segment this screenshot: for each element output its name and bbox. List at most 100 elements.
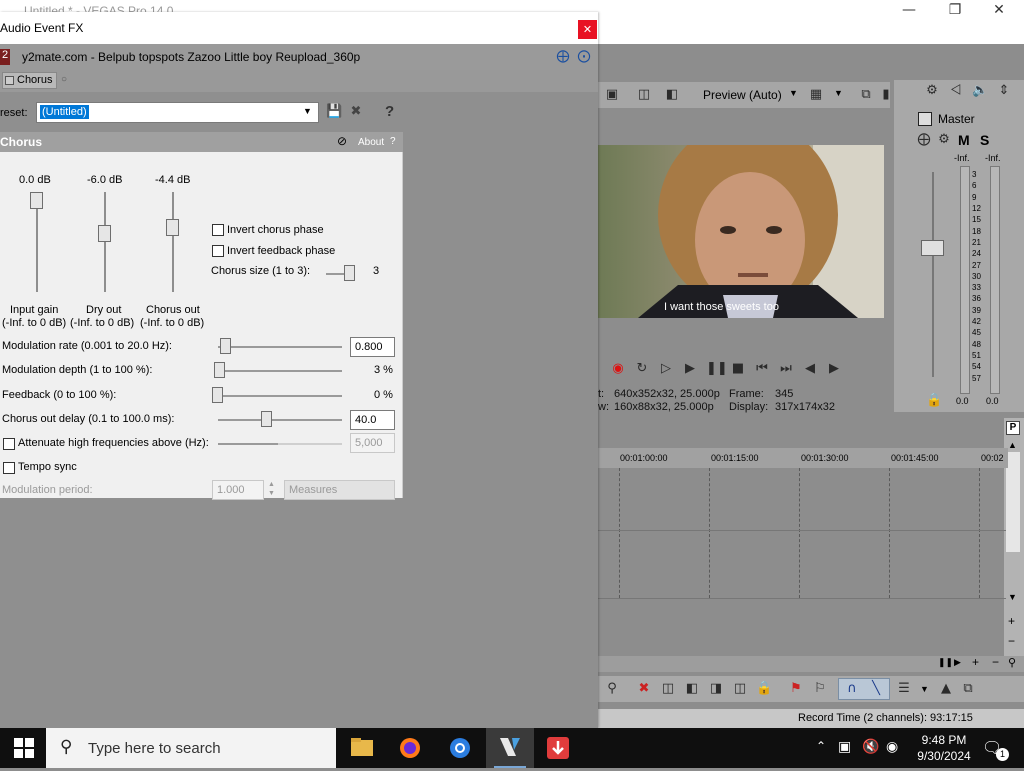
mod-rate-slider[interactable] (220, 338, 231, 354)
vegas-pro-app[interactable] (486, 728, 534, 768)
delay-slider[interactable] (261, 411, 272, 427)
go-to-start-icon[interactable]: ⏮ (754, 361, 770, 377)
zoom-in-time-icon[interactable]: + (972, 655, 979, 669)
mute-button[interactable]: M (958, 132, 970, 148)
chevron-down-icon[interactable]: ▼ (789, 88, 798, 98)
spinner-icon[interactable]: ▲ ▼ (268, 480, 275, 498)
insert-fx-icon[interactable]: ⨁ (916, 132, 932, 148)
scroll-thumb[interactable] (1006, 452, 1020, 552)
dry-out-slider[interactable] (98, 225, 111, 243)
lock-event-icon[interactable]: 🔒 (756, 681, 772, 697)
file-explorer-app[interactable] (338, 728, 386, 768)
remove-plugin-icon[interactable]: ⨀ (576, 49, 592, 65)
help-icon[interactable]: ? (385, 103, 394, 120)
loop-icon[interactable]: ↻ (634, 361, 650, 377)
close-dialog-button[interactable]: ✕ (578, 20, 597, 39)
solo-button[interactable]: S (980, 132, 989, 148)
downloader-app[interactable] (534, 728, 582, 768)
input-gain-slider[interactable] (30, 192, 43, 209)
volume-muted-icon[interactable]: 🔇 (862, 738, 879, 755)
split-screen-icon[interactable]: ◫ (636, 87, 652, 103)
save-preset-icon[interactable]: 💾 (326, 104, 342, 120)
grid-icon[interactable]: ▦ (808, 87, 824, 103)
go-to-end-icon[interactable]: ⏭ (778, 361, 794, 377)
plugin-help-icon[interactable]: ? (390, 136, 396, 147)
preview-device-icon[interactable]: ▣ (604, 87, 620, 103)
timeline-ruler[interactable]: 00:01:00:00 00:01:15:00 00:01:30:00 00:0… (598, 448, 1008, 468)
overlay-icon[interactable]: ◧ (664, 87, 680, 103)
mod-period-input[interactable]: 1.000 (212, 480, 264, 500)
speaker-icon[interactable]: 🔈 (972, 83, 988, 99)
chorus-size-slider[interactable] (344, 265, 355, 281)
next-frame-icon[interactable]: ▶ (826, 361, 842, 377)
marker-icon[interactable]: P (1006, 421, 1020, 435)
fx-gear-icon[interactable]: ⚙ (936, 132, 952, 148)
invert-feedback-checkbox[interactable] (212, 245, 224, 257)
tempo-sync-checkbox[interactable] (3, 462, 15, 474)
bypass-checkbox[interactable] (5, 76, 14, 85)
attenuate-checkbox[interactable] (3, 438, 15, 450)
dim-output-icon[interactable]: ⇕ (996, 83, 1012, 99)
downmix-icon[interactable]: ⨞ (948, 83, 964, 99)
previous-frame-icon[interactable]: ◀ (802, 361, 818, 377)
auto-crossfade-icon[interactable]: ╲ (868, 681, 884, 697)
scroll-thumb-grip-icon[interactable]: ❚❚ (938, 657, 953, 668)
master-fader-thumb[interactable] (921, 240, 944, 256)
windows-start-icon[interactable] (14, 738, 34, 758)
attenuate-input[interactable]: 5,000 (350, 433, 395, 453)
clock-date[interactable]: 9/30/2024 (910, 749, 978, 763)
play-icon[interactable]: ▶ (682, 361, 698, 377)
trim-start-icon[interactable]: ◧ (684, 681, 700, 697)
preset-combobox[interactable]: (Untitled) ▼ (36, 102, 319, 123)
plugin-chip-chorus[interactable]: Chorus (2, 72, 57, 89)
chevron-up-icon[interactable]: ⌃ (816, 739, 826, 753)
zoom-out-time-icon[interactable]: − (992, 655, 999, 669)
mod-period-unit-select[interactable]: Measures (284, 480, 395, 500)
scroll-down-icon[interactable]: ▼ (1008, 592, 1017, 602)
split-icon[interactable]: ◫ (732, 681, 748, 697)
scroll-up-icon[interactable]: ▲ (1008, 440, 1017, 450)
mod-depth-slider[interactable] (214, 362, 225, 378)
play-from-start-icon[interactable]: ▷ (658, 361, 674, 377)
lock-icon[interactable]: 🔒 (926, 392, 942, 408)
network-icon[interactable]: ▣ (838, 738, 851, 755)
zoom-in-icon[interactable]: + (1008, 614, 1015, 628)
preview-quality-dropdown[interactable]: Preview (Auto) (703, 88, 782, 102)
chevron-down-icon[interactable]: ▼ (303, 106, 312, 116)
mod-rate-input[interactable]: 0.800 (350, 337, 395, 357)
chorus-out-slider[interactable] (166, 218, 179, 236)
about-link[interactable]: About (358, 137, 384, 148)
hscroll-bar[interactable]: ❚❚ ▶ + − ⚲ (598, 655, 1024, 672)
delete-icon[interactable]: ✖ (636, 681, 652, 697)
add-plugin-icon[interactable]: ○ (61, 74, 67, 85)
browser-app[interactable] (436, 728, 484, 768)
zoom-region-icon[interactable]: ⚲ (604, 681, 620, 697)
insert-marker-icon[interactable]: ⚑ (788, 681, 804, 697)
copy-snapshot-icon[interactable]: ⧉ (858, 87, 874, 103)
chevron-down-icon[interactable]: ▼ (834, 88, 843, 98)
lock-envelopes-icon[interactable]: ▲ (938, 681, 954, 697)
delay-input[interactable]: 40.0 (350, 410, 395, 430)
close-window-button[interactable]: ✕ (976, 2, 1022, 20)
scroll-right-icon[interactable]: ▶ (954, 657, 961, 668)
delete-preset-icon[interactable]: ✖ (348, 104, 364, 120)
feedback-slider[interactable] (212, 387, 223, 403)
ripple-edit-icon[interactable]: ☰ (896, 681, 912, 697)
gear-icon[interactable]: ⚙ (924, 83, 940, 99)
meet-now-icon[interactable]: ◉ (886, 738, 898, 755)
invert-chorus-checkbox[interactable] (212, 224, 224, 236)
zoom-tool-icon[interactable]: ⚲ (1008, 656, 1016, 669)
insert-region-icon[interactable]: ⚐ (812, 681, 828, 697)
save-snapshot-icon[interactable]: ▮ (878, 87, 894, 103)
clock-time[interactable]: 9:48 PM (914, 733, 974, 747)
ignore-grouping-icon[interactable]: ⧉ (960, 681, 976, 697)
plugin-chain-icon[interactable]: ⨁ (555, 49, 571, 65)
chevron-down-icon[interactable]: ▼ (920, 684, 929, 694)
stop-icon[interactable]: ■ (730, 361, 746, 377)
maximize-button[interactable]: ❐ (932, 2, 978, 20)
record-icon[interactable]: ◉ (610, 361, 626, 377)
trim-icon[interactable]: ◫ (660, 681, 676, 697)
taskbar-search[interactable]: ⚲ Type here to search (46, 728, 336, 768)
pause-icon[interactable]: ❚❚ (706, 361, 728, 377)
snap-icon[interactable]: ∩ (844, 681, 860, 697)
